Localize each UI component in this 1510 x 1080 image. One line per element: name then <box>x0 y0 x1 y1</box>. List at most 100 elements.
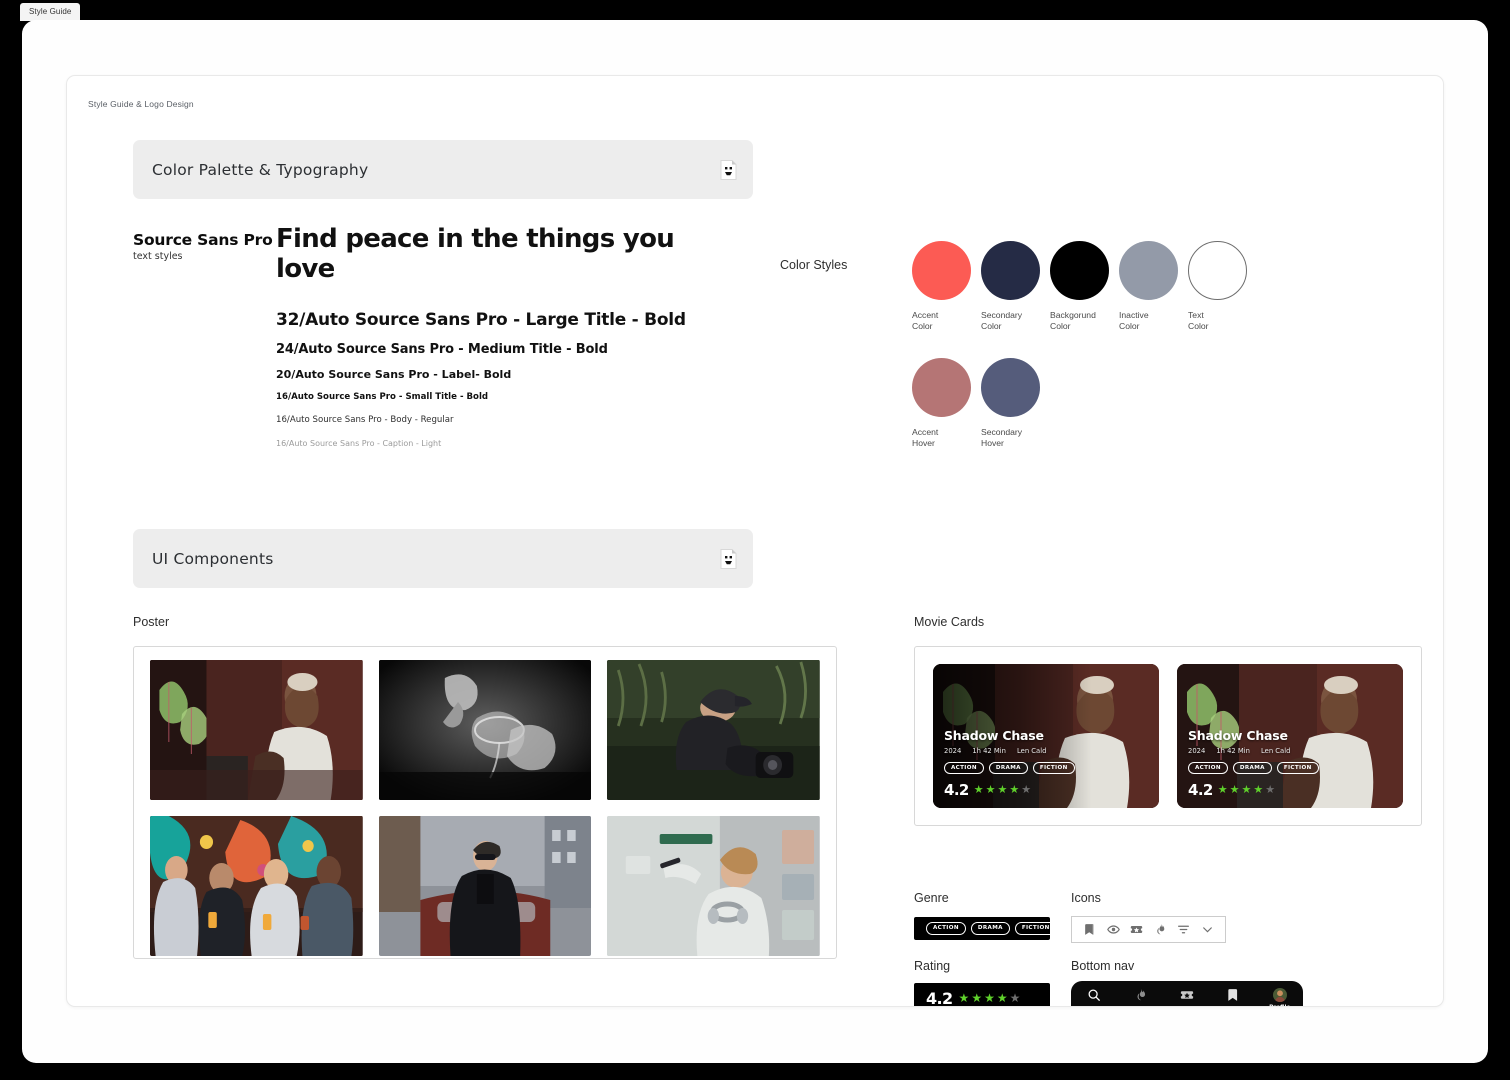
poster-section-title: Poster <box>133 615 170 629</box>
rating-row: 4.2 ★ ★ ★ ★ ★ <box>944 781 1151 799</box>
type-style-large-title: 32/Auto Source Sans Pro - Large Title - … <box>276 310 686 330</box>
swatch-circle <box>912 358 971 418</box>
star-icon: ★ <box>958 991 970 1005</box>
movie-card[interactable]: Shadow Chase 2024 1h 42 Min Len Cald ACT… <box>933 664 1159 808</box>
poster-item[interactable] <box>378 816 592 956</box>
panel-label: Style Guide & Logo Design <box>88 99 194 109</box>
color-swatch-grid: Accent Color Secondary Color Backgorund … <box>912 241 1257 449</box>
movie-year: 2024 <box>1188 746 1206 755</box>
swatch-label: Inactive Color <box>1119 310 1149 331</box>
swatch-inactive-color: Inactive Color <box>1119 241 1188 331</box>
section-header-ui-components: UI Components <box>133 529 753 588</box>
search-icon <box>1087 988 1101 1006</box>
poster-item[interactable] <box>378 660 592 800</box>
poster-item[interactable] <box>607 816 820 956</box>
movie-cards-showcase: Shadow Chase 2024 1h 42 Min Len Cald ACT… <box>914 646 1422 826</box>
genre-pill[interactable]: ACTION <box>1188 761 1228 774</box>
icons-section-title: Icons <box>1071 891 1101 905</box>
genre-pill[interactable]: ACTION <box>926 922 966 935</box>
movie-meta: 2024 1h 42 Min Len Cald <box>1188 747 1395 755</box>
genre-pill[interactable]: DRAMA <box>970 922 1010 935</box>
flame-icon[interactable] <box>1154 923 1167 936</box>
swatch-label: Accent Hover <box>912 427 939 449</box>
star-icon: ★ <box>1229 783 1240 796</box>
swatch-label: Backgorund Color <box>1050 310 1096 331</box>
rating-section-title: Rating <box>914 959 951 973</box>
swatch-accent-hover: Accent Hover <box>912 358 981 448</box>
browser-tab-label: Style Guide <box>29 7 72 16</box>
star-icon: ★ <box>1217 783 1228 796</box>
movie-card[interactable]: Shadow Chase 2024 1h 42 Min Len Cald ACT… <box>1177 664 1403 808</box>
star-rating: ★ ★ ★ ★ ★ <box>959 992 1021 1004</box>
bookmark-icon[interactable] <box>1083 923 1096 936</box>
star-icon: ★ <box>984 991 995 1005</box>
genre-pill[interactable]: DRAMA <box>1232 761 1272 774</box>
movie-card-content: Shadow Chase 2024 1h 42 Min Len Cald ACT… <box>944 728 1151 799</box>
type-style-label: 20/Auto Source Sans Pro - Label- Bold <box>276 368 512 381</box>
style-guide-panel: Style Guide & Logo Design Color Palette … <box>66 75 1444 1007</box>
flame-icon <box>1134 988 1148 1006</box>
poster-item[interactable] <box>607 660 820 800</box>
movie-meta: 2024 1h 42 Min Len Cald <box>944 747 1151 755</box>
font-family-subtitle: text styles <box>133 251 183 262</box>
eye-icon[interactable] <box>1106 923 1120 936</box>
document-face-icon <box>720 548 737 569</box>
nav-label: Profile <box>1269 1005 1290 1006</box>
color-styles-title: Color Styles <box>780 258 848 272</box>
section-title: Color Palette & Typography <box>152 160 369 179</box>
nav-item-top-rated[interactable]: Top rated <box>1165 988 1209 1006</box>
avatar <box>1272 988 1287 1002</box>
swatch-accent-color: Accent Color <box>912 241 981 331</box>
nav-item-trending[interactable]: Trending <box>1119 988 1163 1006</box>
star-icon: ★ <box>985 783 996 796</box>
swatch-circle <box>1050 241 1109 300</box>
bottom-nav-component: Search Trending Top rated <box>1071 981 1303 1006</box>
filter-icon[interactable] <box>1177 923 1190 936</box>
swatch-text-color: Text Color <box>1188 241 1257 331</box>
poster-item[interactable] <box>150 660 363 800</box>
star-icon: ★ <box>996 991 1008 1005</box>
poster-item[interactable] <box>150 816 363 956</box>
movie-director: Len Cald <box>1016 746 1047 755</box>
rating-chip-component: 4.2 ★ ★ ★ ★ ★ <box>914 983 1050 1006</box>
ticket-star-icon[interactable] <box>1130 923 1144 936</box>
genre-pill[interactable]: FICTION <box>1276 761 1319 774</box>
genre-pill[interactable]: DRAMA <box>988 761 1028 774</box>
movie-cards-section-title: Movie Cards <box>914 615 985 629</box>
nav-item-watchlist[interactable]: watchlist <box>1211 988 1255 1006</box>
swatch-label: Secondary Hover <box>981 427 1023 449</box>
swatch-circle <box>981 241 1040 300</box>
genre-pill[interactable]: ACTION <box>944 761 984 774</box>
type-style-body: 16/Auto Source Sans Pro - Body - Regular <box>276 415 454 425</box>
swatch-circle <box>1188 241 1247 300</box>
type-style-caption: 16/Auto Source Sans Pro - Caption - Ligh… <box>276 439 442 448</box>
nav-item-search[interactable]: Search <box>1072 988 1116 1006</box>
genre-chip-component: ACTION DRAMA FICTION <box>914 917 1057 940</box>
poster-grid <box>134 660 836 956</box>
nav-item-profile[interactable]: Profile <box>1258 988 1302 1006</box>
genre-pill[interactable]: FICTION <box>1014 922 1057 935</box>
swatch-circle <box>1119 241 1178 300</box>
genre-pill-row: ACTION DRAMA FICTION <box>1188 761 1395 774</box>
browser-tab[interactable]: Style Guide <box>20 3 81 21</box>
movie-director: Len Cald <box>1260 746 1291 755</box>
star-icon: ★ <box>997 783 1008 796</box>
movie-duration: 1h 42 Min <box>1216 746 1250 755</box>
genre-section-title: Genre <box>914 891 949 905</box>
star-icon: ★ <box>1009 783 1020 796</box>
genre-pill[interactable]: FICTION <box>1032 761 1075 774</box>
star-icon: ★ <box>1241 783 1252 796</box>
swatch-row-hover: Accent Hover Secondary Hover <box>912 358 1257 448</box>
genre-pill-row: ACTION DRAMA FICTION <box>944 761 1151 774</box>
chevron-down-icon[interactable] <box>1201 923 1214 936</box>
hero-sample-text: Find peace in the things you love <box>276 224 675 284</box>
section-header-color-typography: Color Palette & Typography <box>133 140 753 199</box>
movie-year: 2024 <box>944 746 962 755</box>
ticket-star-icon <box>1179 988 1195 1006</box>
star-icon: ★ <box>1253 783 1264 796</box>
swatch-circle <box>981 358 1040 418</box>
typography-font-block: Source Sans Pro text styles <box>133 231 273 262</box>
rating-value: 4.2 <box>944 781 969 799</box>
poster-showcase <box>133 646 837 959</box>
star-icon: ★ <box>1009 991 1021 1005</box>
